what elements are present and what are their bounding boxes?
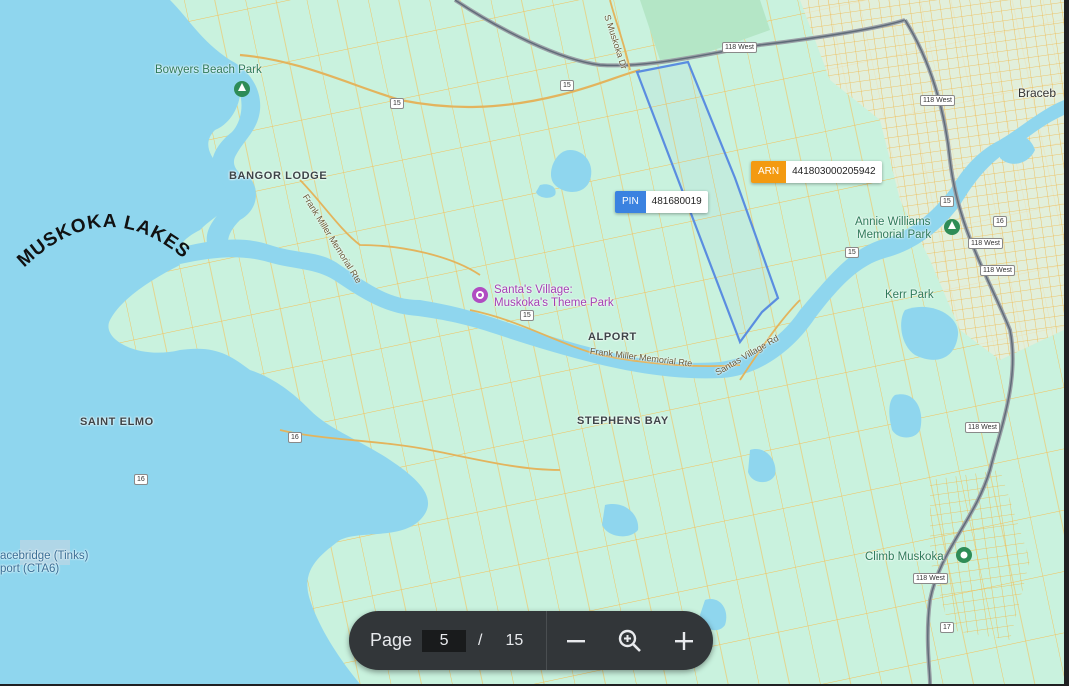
park-label-kerr: Kerr Park [885, 289, 934, 301]
route-shield-118: 118 West [965, 422, 1000, 433]
route-shield-16: 16 [134, 474, 148, 485]
page-number-input[interactable] [422, 629, 467, 652]
lake-title-arc: MUSKOKA LAKES [14, 211, 194, 272]
fit-zoom-button[interactable] [612, 623, 648, 659]
place-label-bangor-lodge: BANGOR LODGE [229, 170, 328, 182]
arn-tag-key: ARN [751, 161, 787, 183]
plus-icon [675, 631, 694, 650]
route-shield-15: 15 [560, 80, 574, 91]
route-shield-118: 118 West [722, 42, 757, 53]
map-view[interactable]: MUSKOKA LAKES Bowyers Beach Park BANGOR … [0, 0, 1064, 684]
poi-label-santas-village-2: Muskoka's Theme Park [494, 297, 614, 309]
route-shield-15: 15 [940, 196, 954, 207]
arn-tag[interactable]: ARN 441803000205942 [751, 161, 882, 183]
route-shield-118: 118 West [913, 573, 948, 584]
page-label: Page [370, 630, 413, 650]
toolbar-divider [546, 611, 548, 670]
airport-label-1: acebridge (Tinks) [0, 550, 89, 562]
town-label-bracebridge: Braceb [1018, 86, 1057, 100]
airport-label-2: port (CTA6) [0, 563, 60, 575]
lake-title: MUSKOKA LAKES [14, 211, 193, 272]
park-icon [944, 219, 960, 235]
route-shield-118: 118 West [920, 95, 955, 106]
zoom-in-button[interactable] [666, 623, 702, 659]
arn-tag-value: 441803000205942 [786, 161, 882, 183]
route-shield-16: 16 [288, 432, 302, 443]
park-label-annie-1: Annie Williams [855, 216, 931, 228]
pin-tag-key: PIN [615, 191, 646, 213]
place-label-saint-elmo: SAINT ELMO [80, 416, 154, 428]
route-shield-15: 15 [390, 98, 404, 109]
recreation-icon [956, 547, 972, 563]
theme-park-icon[interactable] [471, 286, 489, 304]
page-separator: / [478, 631, 483, 649]
park-label-climb: Climb Muskoka [865, 551, 944, 563]
park-label-bowyers: Bowyers Beach Park [155, 64, 262, 76]
park-label-annie-2: Memorial Park [857, 229, 932, 241]
total-pages: 15 [505, 631, 524, 649]
pin-tag[interactable]: PIN 481680019 [615, 191, 708, 213]
poi-label-santas-village-1: Santa's Village: [494, 284, 573, 296]
minus-icon [567, 639, 586, 642]
park-icon [234, 81, 250, 97]
map-canvas[interactable] [0, 0, 1064, 684]
page-toolbar: Page / 15 [349, 611, 713, 670]
pin-tag-value: 481680019 [645, 191, 708, 213]
route-shield-16: 16 [993, 216, 1007, 227]
zoom-out-button[interactable] [558, 623, 594, 659]
route-shield-15: 15 [520, 310, 534, 321]
route-shield-15: 15 [845, 247, 859, 258]
svg-text:MUSKOKA LAKES: MUSKOKA LAKES [14, 211, 194, 272]
place-label-alport: ALPORT [588, 331, 637, 343]
route-shield-118: 118 West [980, 265, 1015, 276]
zoom-icon [619, 629, 642, 652]
place-label-stephens-bay: STEPHENS BAY [577, 415, 669, 427]
route-shield-118: 118 West [968, 238, 1003, 249]
route-shield-17: 17 [940, 622, 954, 633]
